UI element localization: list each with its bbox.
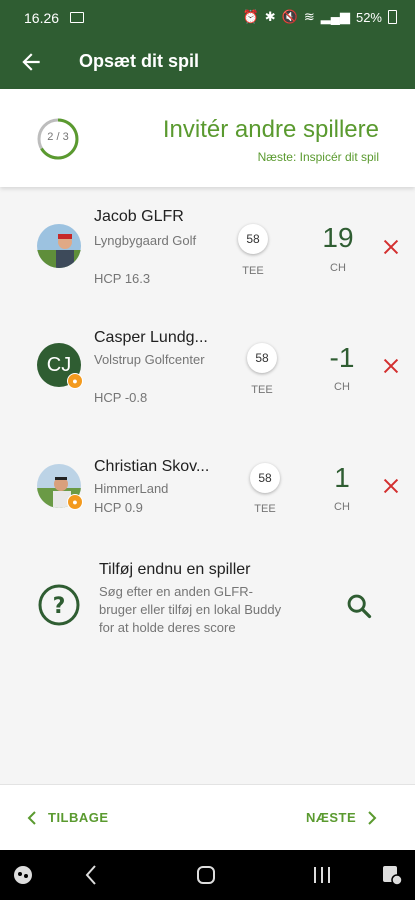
tee-selector[interactable]: 58: [238, 224, 268, 254]
remove-player-icon[interactable]: [380, 355, 402, 377]
add-player-description: Søg efter en anden GLFR-bruger eller til…: [99, 584, 282, 635]
step-next-label: Næste: Inspicér dit spil: [257, 150, 379, 164]
back-button[interactable]: TILBAGE: [26, 810, 109, 825]
system-nav-bar: [0, 850, 415, 900]
status-icons: ⏰ ✱ 🔇 ≋ ▂▄▆ 52%: [243, 9, 397, 25]
step-title: Invitér andre spillere: [162, 116, 379, 143]
mute-icon: 🔇: [281, 9, 298, 24]
course-handicap-label: CH: [330, 262, 346, 274]
nav-home-icon[interactable]: [196, 865, 216, 885]
battery-icon: [388, 10, 397, 24]
next-button[interactable]: NÆSTE: [306, 810, 378, 825]
player-row: CJ ● Casper Lundg... Volstrup Golfcenter…: [0, 318, 415, 418]
player-row: ● Christian Skov... HimmerLand HCP 0.9 5…: [0, 446, 415, 546]
tee-label: TEE: [254, 503, 276, 515]
avatar-initials: CJ: [46, 354, 72, 376]
player-club: Lyngbygaard Golf: [94, 233, 197, 248]
back-arrow-icon[interactable]: [18, 49, 44, 75]
back-button-label: TILBAGE: [48, 810, 109, 825]
alarm-icon: ⏰: [242, 9, 259, 24]
buddy-badge-icon: ●: [67, 494, 83, 510]
chevron-right-icon: [368, 810, 377, 825]
player-hcp: HCP -0.8: [94, 390, 148, 405]
question-circle-icon[interactable]: ?: [37, 583, 81, 627]
svg-text:?: ?: [53, 594, 66, 619]
player-hcp: HCP 16.3: [94, 271, 151, 286]
screen-cast-icon: [70, 12, 84, 23]
bluetooth-icon: ✱: [264, 9, 276, 24]
tee-label: TEE: [242, 265, 264, 277]
battery-percent: 52%: [355, 9, 382, 25]
nav-back-icon[interactable]: [83, 864, 99, 886]
player-club: HimmerLand: [94, 481, 169, 496]
tee-label: TEE: [251, 384, 273, 396]
chevron-left-icon: [27, 810, 36, 825]
game-launcher-icon[interactable]: [13, 865, 33, 885]
avatar: ●: [37, 464, 83, 510]
buddy-badge-icon: ●: [67, 373, 83, 389]
wifi-icon: ≋: [303, 9, 315, 24]
course-handicap: -1: [329, 342, 355, 373]
app-bar: Opsæt dit spil: [0, 37, 415, 89]
course-handicap: 19: [322, 222, 354, 253]
player-name: Christian Skov...: [94, 458, 210, 475]
add-player-title[interactable]: Tilføj endnu en spiller: [99, 561, 250, 579]
player-name: Jacob GLFR: [94, 208, 184, 225]
player-club: Volstrup Golfcenter: [94, 352, 205, 367]
nav-recents-icon[interactable]: [311, 865, 333, 885]
step-progress-label: 2 / 3: [47, 131, 69, 143]
screenshot-tool-icon[interactable]: [381, 864, 403, 886]
avatar: CJ ●: [37, 343, 83, 389]
course-handicap-label: CH: [334, 381, 350, 393]
course-handicap: 1: [334, 462, 350, 493]
course-handicap-label: CH: [334, 501, 350, 513]
avatar-photo: [37, 224, 81, 268]
page-title: Opsæt dit spil: [79, 51, 200, 71]
next-button-label: NÆSTE: [306, 810, 357, 825]
avatar: [37, 224, 81, 268]
bottom-nav-bar: TILBAGE NÆSTE: [0, 784, 415, 851]
status-time: 16.26: [24, 10, 60, 26]
remove-player-icon[interactable]: [380, 475, 402, 497]
status-bar: 16.26 ⏰ ✱ 🔇 ≋ ▂▄▆ 52%: [0, 0, 415, 37]
player-hcp: HCP 0.9: [94, 500, 143, 515]
signal-icon: ▂▄▆: [320, 9, 350, 24]
player-row: Jacob GLFR Lyngbygaard Golf HCP 16.3 58 …: [0, 196, 415, 296]
remove-player-icon[interactable]: [380, 236, 402, 258]
player-name: Casper Lundg...: [94, 329, 208, 346]
tee-selector[interactable]: 58: [250, 463, 280, 493]
tee-selector[interactable]: 58: [247, 343, 277, 373]
search-icon[interactable]: [345, 592, 373, 620]
